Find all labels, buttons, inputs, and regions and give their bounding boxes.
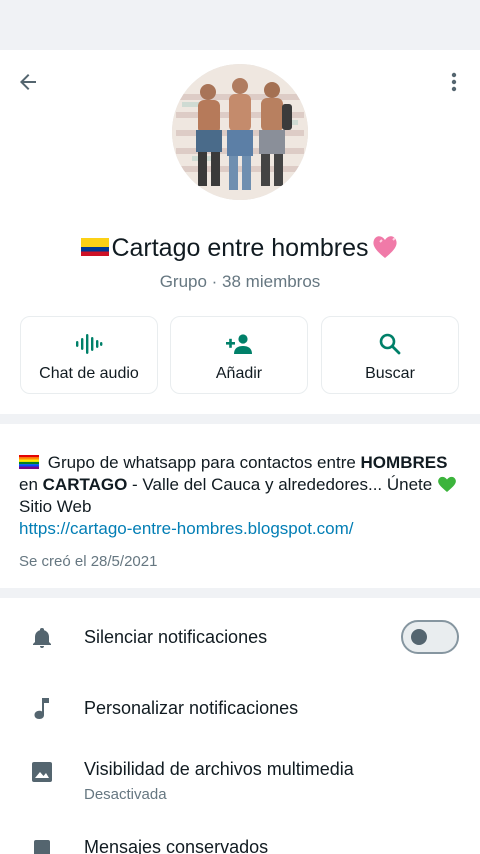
group-description: Grupo de whatsapp para contactos entre H… [19,452,459,540]
search-label: Buscar [365,365,415,382]
rainbow-flag-icon [19,454,39,469]
group-title-text: Cartago entre hombres [111,234,369,262]
toggle-knob [411,629,427,645]
media-visibility-label: Visibilidad de archivos multimedia [84,759,354,779]
music-note-icon [34,698,49,719]
more-vert-icon [451,72,457,92]
description-text-2: en [19,475,43,494]
group-subtitle: Grupo · 38 miembros [159,272,321,291]
sparkling-heart-icon [372,236,397,259]
custom-notifications-row[interactable]: Personalizar notificaciones [0,684,480,734]
arrow-left-icon [20,74,36,90]
bookmark-icon [34,840,50,854]
created-date: Se creó el 28/5/2021 [19,553,158,570]
media-visibility-row[interactable]: Visibilidad de archivos multimedia Desac… [0,750,480,812]
website-link[interactable]: https://cartago-entre-hombres.blogspot.c… [19,519,354,538]
description-text-1: Grupo de whatsapp para contactos entre [43,453,361,472]
more-options-button[interactable] [440,66,468,98]
custom-notifications-label: Personalizar notificaciones [84,698,299,718]
audio-wave-icon [76,334,103,354]
add-member-button[interactable]: Añadir [170,316,308,394]
kept-messages-label: Mensajes conservados [84,837,269,854]
back-button[interactable] [12,66,44,98]
description-bold-1: HOMBRES [360,453,448,472]
add-person-icon [226,334,252,354]
audio-chat-label: Chat de audio [39,365,139,382]
search-button[interactable]: Buscar [321,316,459,394]
bell-icon [33,628,51,648]
group-title: Cartago entre hombres [0,230,480,266]
audio-chat-button[interactable]: Chat de audio [20,316,158,394]
mute-toggle[interactable] [401,620,459,654]
description-text-4: Sitio Web [19,497,92,516]
group-avatar[interactable] [172,64,308,200]
group-photo-image [172,64,308,200]
image-icon [32,762,52,782]
search-icon [379,333,401,355]
description-bold-2: CARTAGO [42,475,128,494]
kept-messages-row[interactable]: Mensajes conservados [0,826,480,854]
mute-notifications-label: Silenciar notificaciones [84,627,268,647]
add-member-label: Añadir [215,365,263,382]
status-bar [0,0,480,50]
media-visibility-status: Desactivada [84,786,167,803]
green-heart-icon [438,476,456,492]
colombia-flag-icon [81,238,110,257]
description-text-3: - Valle del Cauca y alrededores... Únete [127,475,437,494]
